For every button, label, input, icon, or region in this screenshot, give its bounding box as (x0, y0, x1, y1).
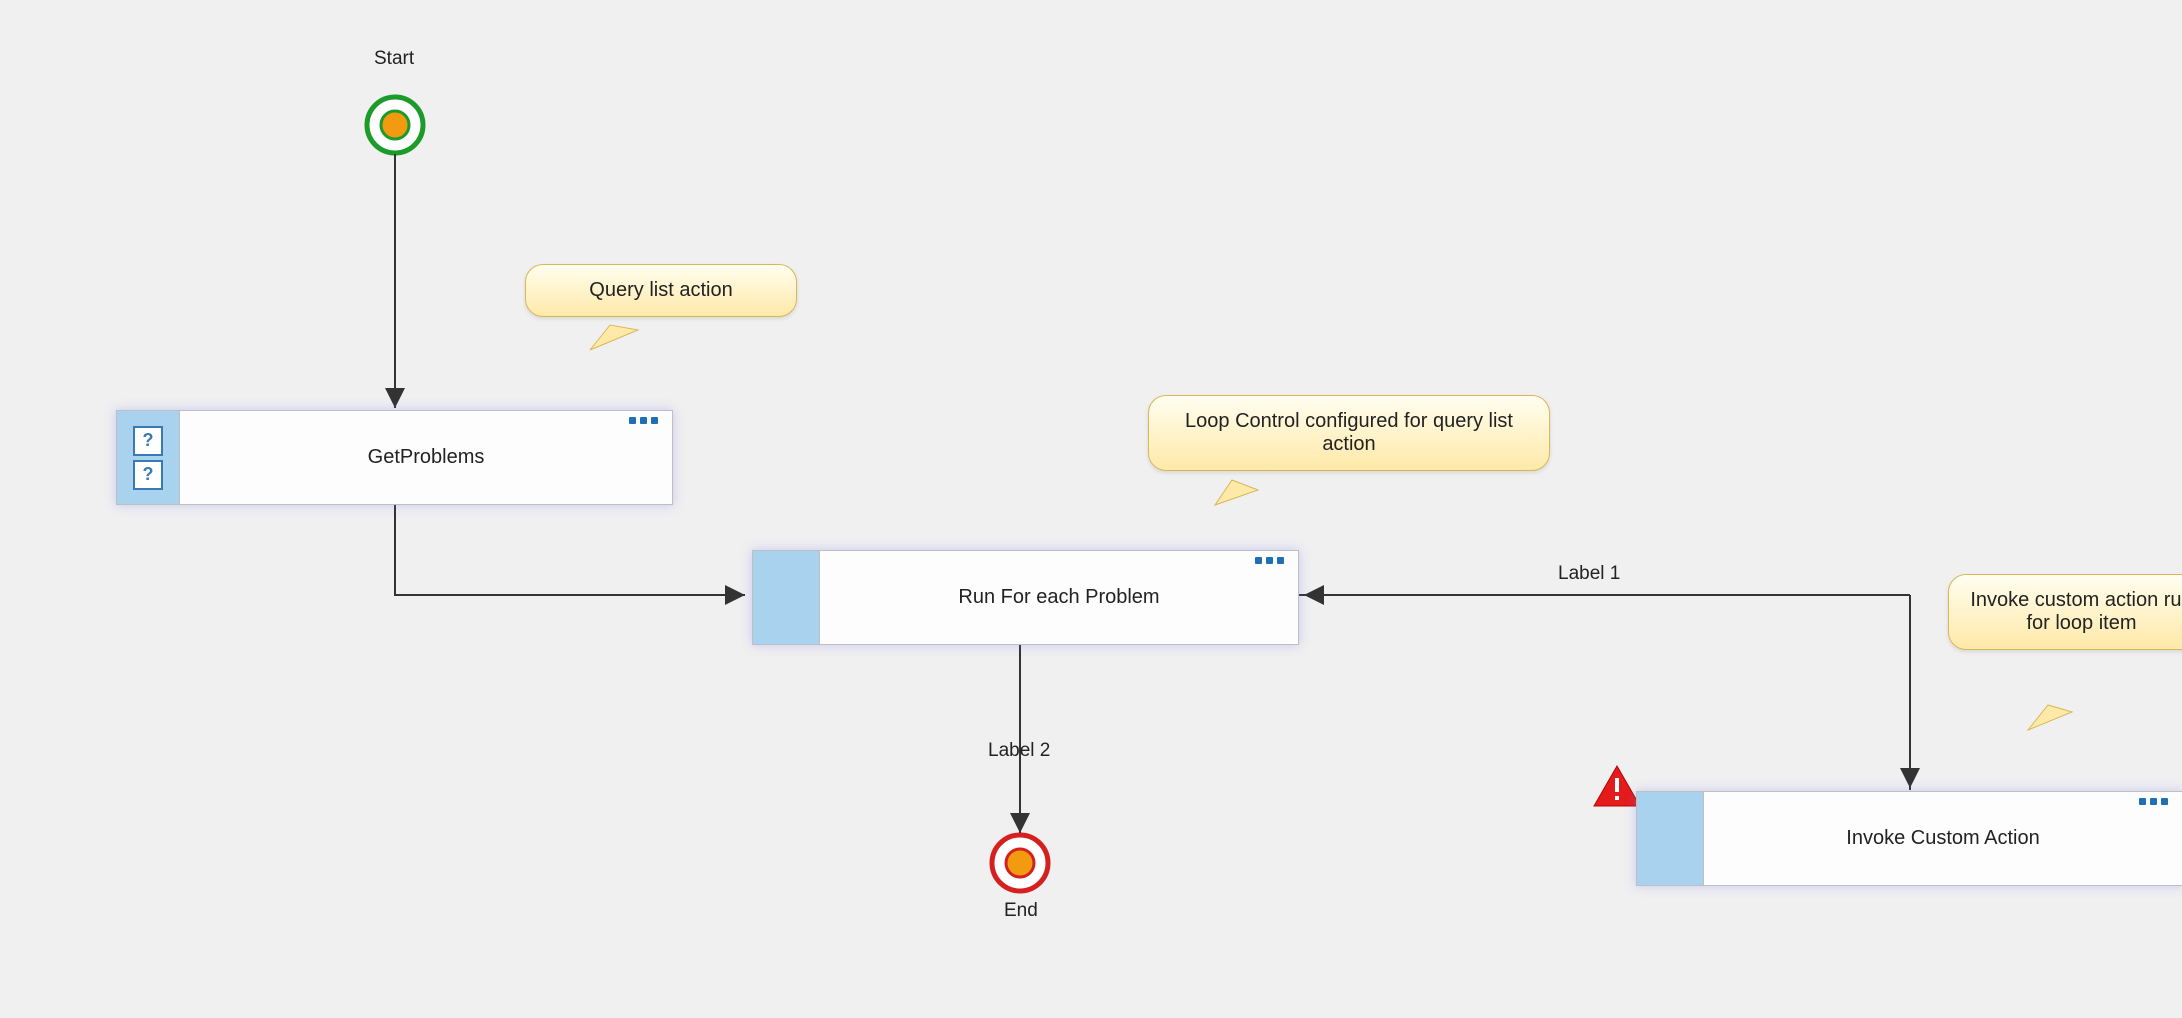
start-node[interactable] (367, 97, 423, 153)
node-body: Run For each Problem (820, 551, 1298, 644)
end-node[interactable] (992, 835, 1048, 891)
node-menu-icon[interactable] (629, 417, 658, 424)
callout-text: Query list action (589, 279, 732, 301)
question-icon: ? (133, 426, 163, 456)
node-label: Run For each Problem (958, 586, 1159, 609)
start-label: Start (374, 48, 414, 70)
callout-text: Invoke custom action run for loop item (1970, 589, 2182, 634)
node-icon-area-loop (1637, 792, 1704, 885)
callout-invoke-custom[interactable]: Invoke custom action run for loop item (1948, 574, 2182, 650)
end-label: End (1004, 900, 1038, 922)
node-body: GetProblems (180, 411, 672, 504)
callout-text: Loop Control configured for query list a… (1185, 410, 1513, 455)
node-run-for-each[interactable]: Run For each Problem (752, 550, 1299, 645)
node-label: Invoke Custom Action (1846, 827, 2039, 850)
workflow-canvas[interactable]: Start End ? ? GetProblems Run For each P… (0, 0, 2182, 1018)
edge-label-2: Label 2 (988, 740, 1050, 762)
question-icon: ? (133, 460, 163, 490)
node-invoke-custom[interactable]: Invoke Custom Action (1636, 791, 2182, 886)
node-icon-area-loop (753, 551, 820, 644)
node-body: Invoke Custom Action (1704, 792, 2182, 885)
callout-query-list[interactable]: Query list action (525, 264, 797, 317)
callout-loop-control[interactable]: Loop Control configured for query list a… (1148, 395, 1550, 471)
node-label: GetProblems (368, 446, 485, 469)
warning-icon (1594, 766, 1640, 806)
node-menu-icon[interactable] (2139, 798, 2168, 805)
node-icon-area-questions: ? ? (117, 411, 180, 504)
node-get-problems[interactable]: ? ? GetProblems (116, 410, 673, 505)
edge-label-1: Label 1 (1558, 563, 1620, 585)
node-menu-icon[interactable] (1255, 557, 1284, 564)
